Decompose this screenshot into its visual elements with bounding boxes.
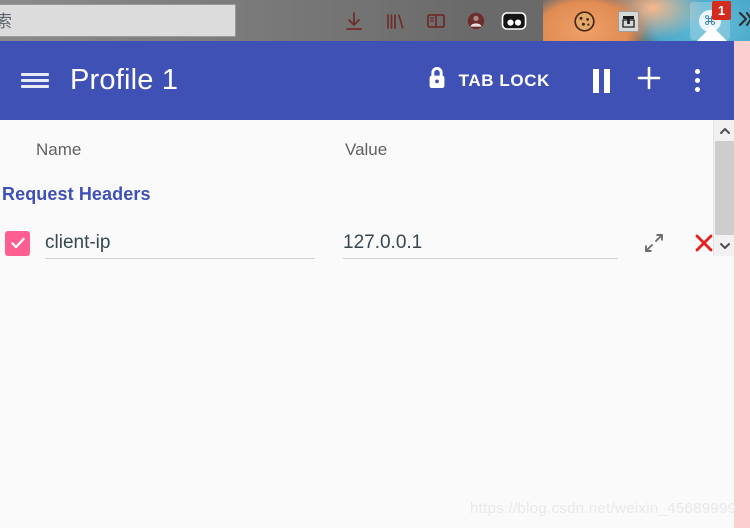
cookie-editor-icon[interactable] <box>570 7 598 35</box>
hamburger-bar <box>21 79 49 82</box>
library-icon[interactable] <box>381 7 409 35</box>
downloads-icon[interactable] <box>340 7 368 35</box>
sidebar-icon[interactable] <box>422 7 450 35</box>
pause-button[interactable] <box>580 60 622 102</box>
url-bar[interactable]: 索 <box>0 4 236 37</box>
tab-chest-icon[interactable] <box>614 7 642 35</box>
url-bar-text: 索 <box>0 12 12 31</box>
scrollbar-up-arrow[interactable] <box>714 120 735 141</box>
row-enabled-checkbox[interactable] <box>5 230 30 256</box>
header-value-field[interactable] <box>343 228 618 259</box>
tab-lock-label: TAB LOCK <box>458 70 550 90</box>
header-actions: TAB LOCK <box>425 60 734 102</box>
app-header: Profile 1 TAB LOCK <box>0 41 734 120</box>
extension-badge-count: 1 <box>712 1 731 20</box>
column-header-name: Name <box>36 140 82 159</box>
extension-dualcircle-icon[interactable] <box>500 7 528 35</box>
expand-icon[interactable] <box>640 229 668 257</box>
table-row <box>0 222 713 264</box>
header-name-input[interactable] <box>45 231 315 254</box>
screenshot-root: 索 ⌘ 1 Profile 1 TAB LOCK Name Value Requ… <box>0 0 750 528</box>
hamburger-bar <box>21 85 49 88</box>
header-name-field[interactable] <box>45 228 315 259</box>
add-header-button[interactable] <box>628 60 670 102</box>
column-headers: Name Value <box>0 120 713 178</box>
tab-chest-glyph <box>617 10 639 32</box>
kebab-menu-icon <box>694 69 700 92</box>
profile-title: Profile 1 <box>70 64 179 96</box>
more-options-button[interactable] <box>676 60 718 102</box>
column-header-value: Value <box>345 140 388 159</box>
tab-lock-button[interactable]: TAB LOCK <box>425 65 550 96</box>
headers-panel: Name Value Request Headers <box>0 120 713 528</box>
overflow-chevron-icon[interactable] <box>737 10 750 33</box>
lock-icon <box>425 65 449 96</box>
hamburger-menu-icon[interactable] <box>14 60 56 102</box>
scrollbar-thumb[interactable] <box>715 141 735 235</box>
popup-anchor-arrow <box>697 26 727 41</box>
page-right-edge <box>734 41 750 528</box>
plus-icon <box>635 64 663 97</box>
section-title-request-headers: Request Headers <box>2 184 151 204</box>
header-value-input[interactable] <box>343 231 618 254</box>
browser-toolbar: 索 ⌘ 1 <box>0 0 750 41</box>
scrollbar-down-arrow[interactable] <box>714 235 735 256</box>
pause-icon <box>592 68 610 93</box>
account-icon[interactable] <box>462 7 490 35</box>
panel-scrollbar[interactable] <box>713 120 735 256</box>
hamburger-bar <box>21 73 49 76</box>
